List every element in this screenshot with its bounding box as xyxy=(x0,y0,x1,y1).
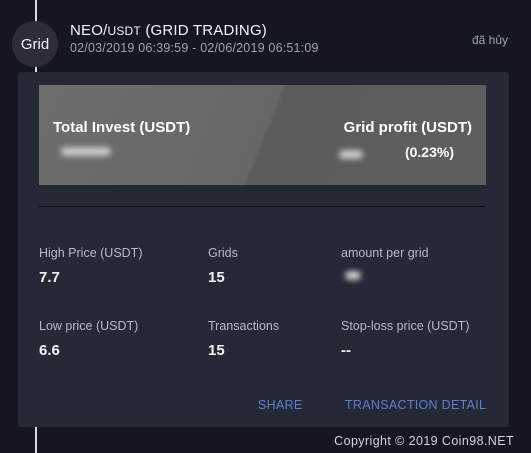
high-price-label: High Price (USDT) xyxy=(39,246,143,260)
stop-loss-value: -- xyxy=(341,342,351,359)
high-price-value: 7.7 xyxy=(39,269,60,286)
share-button[interactable]: SHARE xyxy=(258,398,303,412)
grid-order-card: Total Invest (USDT) Grid profit (USDT) (… xyxy=(18,72,509,427)
summary-banner: Total Invest (USDT) Grid profit (USDT) (… xyxy=(39,85,486,185)
grids-label: Grids xyxy=(208,246,238,260)
transaction-detail-button[interactable]: TRANSACTION DETAIL xyxy=(345,398,486,412)
status-label: đã hủy xyxy=(471,33,508,47)
transactions-value: 15 xyxy=(208,342,225,359)
stop-loss-label: Stop-loss price (USDT) xyxy=(341,319,470,333)
pair-quote: USDT xyxy=(107,24,141,38)
grid-badge: Grid xyxy=(12,21,58,67)
section-divider xyxy=(39,206,486,207)
copyright-text: Copyright © 2019 Coin98.NET xyxy=(334,434,514,448)
pair-base: NEO/ xyxy=(70,22,108,39)
amount-per-grid-label: amount per grid xyxy=(341,246,429,260)
grids-value: 15 xyxy=(208,269,225,286)
low-price-value: 6.6 xyxy=(39,342,60,359)
strategy-type: (GRID TRADING) xyxy=(140,22,268,39)
total-invest-value-redacted xyxy=(61,147,111,156)
time-range: 02/03/2019 06:39:59 - 02/06/2019 06:51:0… xyxy=(70,41,319,55)
order-title: NEO/USDT (GRID TRADING) xyxy=(70,22,267,39)
grid-profit-label: Grid profit (USDT) xyxy=(343,119,472,136)
grid-profit-value-redacted xyxy=(339,150,363,159)
grid-profit-percent: (0.23%) xyxy=(404,144,454,160)
total-invest-label: Total Invest (USDT) xyxy=(53,119,191,136)
amount-per-grid-value-redacted xyxy=(345,271,361,280)
low-price-label: Low price (USDT) xyxy=(39,319,139,333)
transactions-label: Transactions xyxy=(208,319,280,333)
